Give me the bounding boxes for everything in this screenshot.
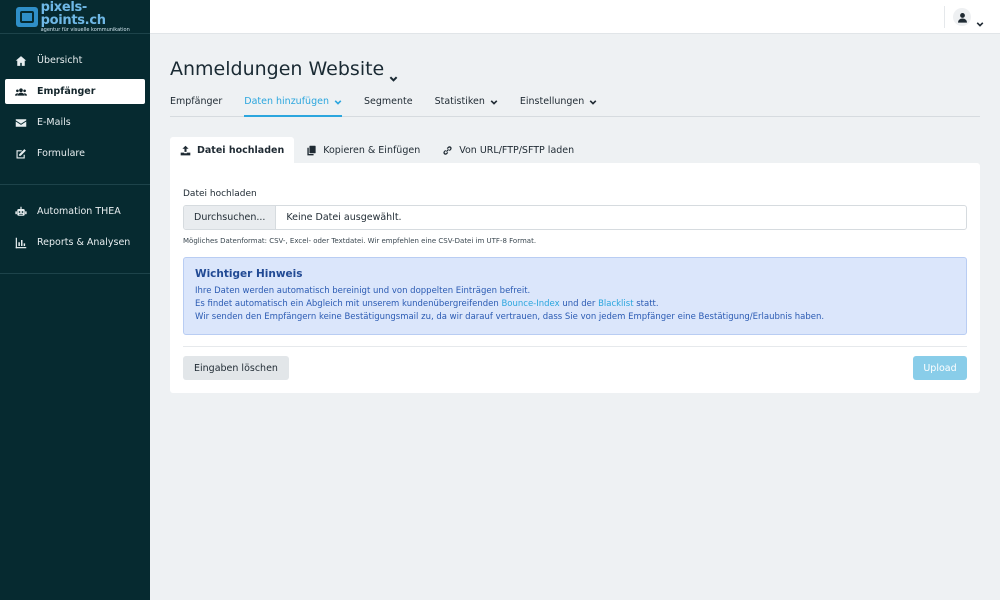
- link-icon: [442, 145, 453, 156]
- users-icon: [15, 86, 27, 98]
- page-title[interactable]: Anmeldungen Website: [170, 57, 980, 82]
- sidebar-item-label: Reports & Analysen: [37, 237, 131, 248]
- page-title-text: Anmeldungen Website: [170, 58, 385, 80]
- tab-datei-hochladen[interactable]: Datei hochladen: [170, 137, 295, 163]
- subnav-label: Einstellungen: [519, 96, 585, 107]
- upload-label: Datei hochladen: [183, 189, 257, 199]
- copy-icon: [306, 145, 317, 156]
- subnav-label: Daten hinzufügen: [244, 96, 329, 107]
- envelope-icon: [15, 117, 27, 129]
- main-content: Anmeldungen Website Empfänger Daten hinz…: [170, 34, 980, 393]
- home-icon: [15, 55, 27, 67]
- sidebar-item-label: E-Mails: [37, 117, 71, 128]
- upload-tabs: Datei hochladen Kopieren & Einfügen Von …: [170, 137, 980, 163]
- robot-icon: [15, 206, 27, 218]
- tab-url-ftp-sftp[interactable]: Von URL/FTP/SFTP laden: [432, 137, 584, 163]
- chevron-down-icon: [389, 66, 398, 82]
- notice-title: Wichtiger Hinweis: [195, 268, 303, 280]
- sidebar-nav-main: Übersicht Empfänger E-Mails Formulare: [0, 34, 150, 185]
- notice-line-1: Ihre Daten werden automatisch bereinigt …: [195, 286, 531, 296]
- upload-help-text: Mögliches Datenformat: CSV-, Excel- oder…: [183, 237, 537, 245]
- logo-mark-icon: [16, 6, 38, 27]
- sidebar-item-emails[interactable]: E-Mails: [5, 110, 145, 135]
- tab-label: Datei hochladen: [197, 144, 285, 156]
- bar-chart-icon: [15, 237, 27, 249]
- user-menu[interactable]: [944, 6, 984, 28]
- sidebar-item-automation[interactable]: Automation THEA: [5, 199, 145, 224]
- file-input[interactable]: Durchsuchen... Keine Datei ausgewählt.: [183, 205, 967, 230]
- clear-inputs-button[interactable]: Eingaben löschen: [183, 356, 289, 380]
- subnav-empfaenger[interactable]: Empfänger: [170, 94, 222, 116]
- logo[interactable]: pixels-points.ch agentur für visuelle ko…: [0, 0, 150, 34]
- chevron-down-icon: [976, 13, 984, 27]
- user-icon: [953, 8, 971, 26]
- tab-kopieren-einfuegen[interactable]: Kopieren & Einfügen: [296, 137, 430, 163]
- tab-label: Von URL/FTP/SFTP laden: [459, 144, 575, 156]
- file-name: Keine Datei ausgewählt.: [286, 212, 402, 223]
- tab-label: Kopieren & Einfügen: [323, 144, 421, 156]
- topbar: [150, 0, 1000, 34]
- chevron-down-icon: [589, 98, 597, 106]
- sidebar-item-empfaenger[interactable]: Empfänger: [5, 79, 145, 104]
- subnav-statistiken[interactable]: Statistiken: [435, 94, 498, 116]
- sub-navigation: Empfänger Daten hinzufügen Segmente Stat…: [170, 94, 980, 117]
- notice-line-2: Es findet automatisch ein Abgleich mit u…: [195, 299, 659, 309]
- sidebar-nav-tools: Automation THEA Reports & Analysen: [0, 185, 150, 274]
- subnav-label: Segmente: [363, 96, 413, 107]
- subnav-segmente[interactable]: Segmente: [364, 94, 413, 116]
- sidebar-item-reports[interactable]: Reports & Analysen: [5, 230, 145, 255]
- card-divider: [183, 346, 967, 347]
- upload-button[interactable]: Upload: [913, 356, 967, 380]
- sidebar-item-label: Empfänger: [37, 86, 96, 97]
- logo-tagline: agentur für visuelle kommunikation: [40, 26, 130, 33]
- blacklist-link[interactable]: Blacklist: [598, 299, 633, 309]
- subnav-label: Empfänger: [170, 96, 223, 107]
- upload-icon: [180, 145, 191, 156]
- sidebar-item-label: Übersicht: [37, 55, 83, 66]
- subnav-daten-hinzufuegen[interactable]: Daten hinzufügen: [244, 94, 342, 117]
- edit-icon: [15, 148, 27, 160]
- subnav-einstellungen[interactable]: Einstellungen: [520, 94, 597, 116]
- subnav-label: Statistiken: [434, 96, 485, 107]
- sidebar-item-label: Automation THEA: [37, 206, 121, 217]
- sidebar: pixels-points.ch agentur für visuelle ko…: [0, 0, 150, 600]
- browse-button[interactable]: Durchsuchen...: [184, 206, 277, 229]
- sidebar-item-label: Formulare: [37, 148, 85, 159]
- upload-card: Datei hochladen Durchsuchen... Keine Dat…: [170, 163, 980, 393]
- important-notice: Wichtiger Hinweis Ihre Daten werden auto…: [183, 257, 967, 335]
- chevron-down-icon: [490, 98, 498, 106]
- bounce-index-link[interactable]: Bounce-Index: [501, 299, 559, 309]
- sidebar-item-uebersicht[interactable]: Übersicht: [5, 48, 145, 73]
- notice-line-3: Wir senden den Empfängern keine Bestätig…: [195, 312, 825, 322]
- logo-name: pixels-points.ch: [40, 0, 106, 28]
- sidebar-item-formulare[interactable]: Formulare: [5, 141, 145, 166]
- chevron-down-icon: [334, 98, 342, 106]
